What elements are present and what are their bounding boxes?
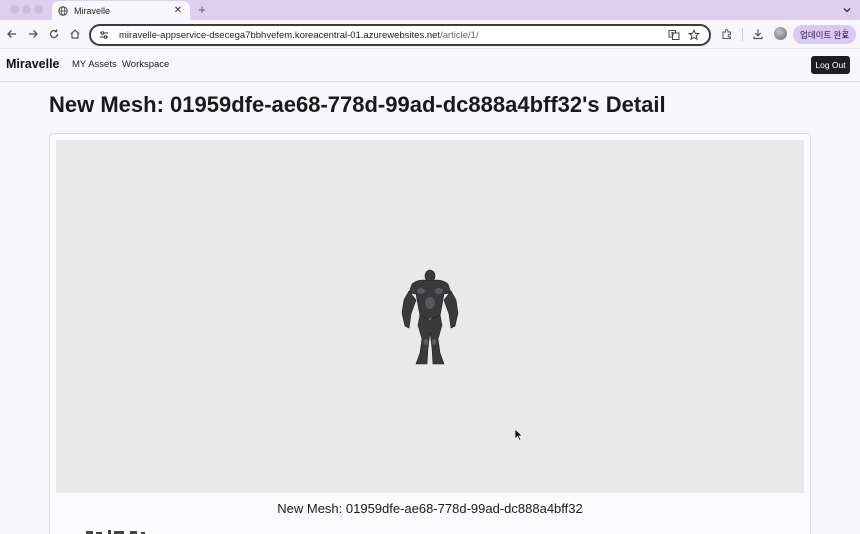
logout-button[interactable]: Log Out xyxy=(811,56,850,74)
download-icon[interactable] xyxy=(751,27,765,41)
tab-strip: Miravelle ✕ + xyxy=(0,0,860,20)
reload-icon[interactable] xyxy=(47,27,61,41)
svg-text:G: G xyxy=(671,32,675,38)
extensions-icon[interactable] xyxy=(720,27,734,41)
forward-icon[interactable] xyxy=(26,27,40,41)
back-icon[interactable] xyxy=(5,27,19,41)
profile-avatar[interactable] xyxy=(774,27,787,40)
window-minimize-dot[interactable] xyxy=(22,5,31,14)
mouse-cursor-icon xyxy=(515,429,523,441)
update-button[interactable]: 업데이트 완료 ⋮ xyxy=(793,25,856,44)
more-vert-icon[interactable]: ⋮ xyxy=(840,28,850,40)
close-icon[interactable]: ✕ xyxy=(172,5,184,16)
brand-logo[interactable]: Miravelle xyxy=(6,57,60,71)
plus-icon[interactable]: + xyxy=(195,2,209,17)
browser-tab[interactable]: Miravelle ✕ xyxy=(52,1,190,20)
nav-link-my-assets[interactable]: MY Assets xyxy=(72,59,117,70)
url-host: miravelle-appservice-dsecega7bbhvefem.ko… xyxy=(119,29,441,41)
page-title: New Mesh: 01959dfe-ae68-778d-99ad-dc888a… xyxy=(49,92,666,117)
tab-title: Miravelle xyxy=(74,5,111,16)
mesh-caption: New Mesh: 01959dfe-ae68-778d-99ad-dc888a… xyxy=(277,501,583,516)
url-path: /article/1/ xyxy=(440,29,479,41)
url-text: miravelle-appservice-dsecega7bbhvefem.ko… xyxy=(119,30,661,41)
translate-icon[interactable]: G xyxy=(667,28,681,42)
address-bar[interactable]: miravelle-appservice-dsecega7bbhvefem.ko… xyxy=(89,24,711,46)
site-navbar: Miravelle MY Assets Workspace Log Out xyxy=(0,50,860,82)
toolbar-divider xyxy=(742,28,743,41)
star-icon[interactable] xyxy=(687,28,701,42)
nav-link-workspace[interactable]: Workspace xyxy=(122,59,169,70)
browser-toolbar: miravelle-appservice-dsecega7bbhvefem.ko… xyxy=(0,20,860,49)
chevron-down-icon[interactable] xyxy=(840,3,854,17)
tune-icon[interactable] xyxy=(99,30,109,40)
3d-model-figure[interactable] xyxy=(399,267,461,367)
home-icon[interactable] xyxy=(68,27,82,41)
window-zoom-dot[interactable] xyxy=(34,5,43,14)
globe-icon xyxy=(58,5,68,16)
cropped-text-fragment xyxy=(86,530,145,534)
window-close-dot[interactable] xyxy=(10,5,19,14)
